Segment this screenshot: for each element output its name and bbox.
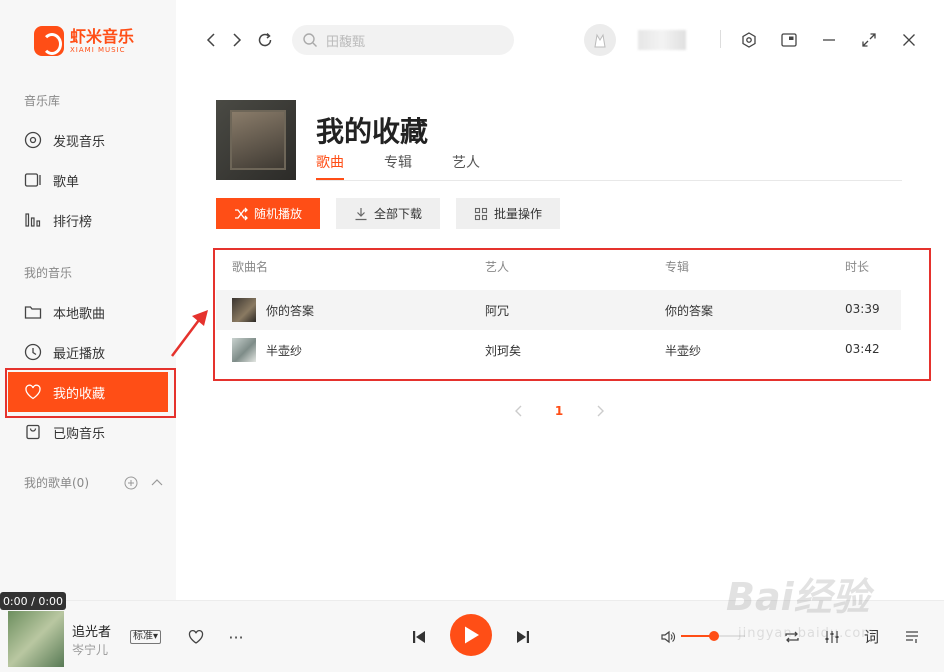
baidu-watermark: Bai经验 jingyan.baidu.com xyxy=(726,566,926,666)
page-title: 我的收藏 xyxy=(316,115,429,148)
sidebar-item-label: 本地歌曲 xyxy=(53,306,106,322)
sidebar-item-local[interactable]: 本地歌曲 xyxy=(24,302,105,322)
shuffle-play-button[interactable]: 随机播放 xyxy=(216,198,320,229)
volume-button[interactable] xyxy=(658,627,678,647)
app-subtitle: XIAMI MUSIC xyxy=(70,45,126,54)
add-playlist-icon[interactable] xyxy=(124,476,138,490)
search-input[interactable]: 田馥甄 xyxy=(292,25,514,55)
sidebar-item-label: 已购音乐 xyxy=(53,426,106,442)
toolbar-divider xyxy=(720,30,721,48)
username-blurred[interactable] xyxy=(638,30,686,50)
page-number-current[interactable]: 1 xyxy=(552,403,566,419)
refresh-button[interactable] xyxy=(255,30,275,50)
skip-forward-icon xyxy=(517,631,529,643)
app-logo[interactable]: 虾米音乐 XIAMI MUSIC xyxy=(34,26,134,56)
download-all-button[interactable]: 全部下载 xyxy=(336,198,440,229)
watermark-url: jingyan.baidu.com xyxy=(738,626,875,641)
app-name: 虾米音乐 xyxy=(70,26,135,46)
my-playlists-header: 我的歌单(0) xyxy=(24,474,164,491)
quality-select[interactable]: 标准▾ xyxy=(130,630,162,644)
settings-button[interactable] xyxy=(738,29,760,51)
sidebar-item-discover[interactable]: 发现音乐 xyxy=(24,130,105,150)
skip-back-icon xyxy=(413,631,425,643)
volume-icon xyxy=(661,630,675,644)
more-options-icon[interactable]: ··· xyxy=(226,627,246,647)
batch-operation-label: 批量操作 xyxy=(493,207,542,221)
gear-icon xyxy=(742,32,756,48)
bar-chart-icon xyxy=(25,213,41,227)
clock-icon xyxy=(24,343,42,361)
shuffle-icon xyxy=(234,207,248,220)
annotation-highlight-table xyxy=(213,248,931,381)
heart-icon xyxy=(188,629,204,644)
search-placeholder: 田馥甄 xyxy=(326,34,366,50)
previous-track-button[interactable] xyxy=(408,626,430,648)
playback-time: 0:00 / 0:00 xyxy=(0,592,66,610)
chevron-right-icon xyxy=(233,33,242,47)
prev-page-button[interactable] xyxy=(512,403,526,419)
my-music-section-title: 我的音乐 xyxy=(24,266,73,280)
minimize-button[interactable] xyxy=(818,29,840,51)
tabs-divider xyxy=(316,180,902,181)
chevron-up-icon[interactable] xyxy=(150,476,164,490)
sidebar-item-label: 排行榜 xyxy=(53,214,93,230)
tab-artists[interactable]: 艺人 xyxy=(452,152,480,180)
mini-mode-button[interactable] xyxy=(778,29,800,51)
now-playing-cover[interactable] xyxy=(8,611,64,667)
like-button[interactable] xyxy=(186,627,206,647)
sidebar-item-label: 发现音乐 xyxy=(53,134,106,150)
chevron-left-icon xyxy=(515,405,522,417)
sidebar-item-label: 最近播放 xyxy=(53,346,106,362)
next-page-button[interactable] xyxy=(593,403,607,419)
download-all-label: 全部下载 xyxy=(373,207,422,221)
now-playing-artist[interactable]: 岑宁儿 xyxy=(72,641,108,658)
download-icon xyxy=(355,207,367,220)
collection-cover-image xyxy=(216,100,296,180)
disc-icon xyxy=(24,131,42,149)
mini-player-icon xyxy=(781,33,797,47)
bag-icon xyxy=(26,424,40,440)
minimize-icon xyxy=(823,39,835,41)
close-icon xyxy=(903,34,915,46)
close-button[interactable] xyxy=(898,29,920,51)
play-button[interactable] xyxy=(450,614,492,656)
content-tabs: 歌曲 专辑 艺人 xyxy=(316,152,520,180)
forward-button[interactable] xyxy=(228,30,246,50)
playlist-icon xyxy=(24,173,41,187)
tab-songs[interactable]: 歌曲 xyxy=(316,152,344,180)
quality-label: 标准 xyxy=(133,631,153,642)
maximize-button[interactable] xyxy=(858,29,880,51)
my-playlists-label: 我的歌单(0) xyxy=(24,476,89,490)
sidebar-item-playlists[interactable]: 歌单 xyxy=(24,170,79,190)
sidebar: 虾米音乐 XIAMI MUSIC 音乐库 发现音乐 歌单 排行榜 我的音乐 本地… xyxy=(0,0,176,600)
refresh-icon xyxy=(258,32,272,47)
chevron-right-icon xyxy=(597,405,604,417)
sidebar-item-label: 歌单 xyxy=(53,174,80,190)
avatar[interactable] xyxy=(584,24,616,56)
tab-albums[interactable]: 专辑 xyxy=(384,152,412,180)
annotation-highlight-sidebar xyxy=(5,368,176,418)
back-button[interactable] xyxy=(202,30,220,50)
sidebar-item-purchased[interactable]: 已购音乐 xyxy=(24,422,105,442)
now-playing-title[interactable]: 追光者 xyxy=(72,621,111,640)
batch-operation-button[interactable]: 批量操作 xyxy=(456,198,560,229)
chevron-left-icon xyxy=(206,33,215,47)
shuffle-label: 随机播放 xyxy=(253,207,302,221)
library-section-title: 音乐库 xyxy=(24,94,61,108)
grid-icon xyxy=(474,207,488,220)
sidebar-item-charts[interactable]: 排行榜 xyxy=(24,210,92,230)
folder-icon xyxy=(24,306,42,319)
watermark-brand: Bai经验 xyxy=(726,575,870,619)
sidebar-item-recent[interactable]: 最近播放 xyxy=(24,342,105,362)
play-icon xyxy=(465,626,479,644)
expand-icon xyxy=(862,33,876,47)
user-avatar-icon xyxy=(594,33,606,48)
next-track-button[interactable] xyxy=(512,626,534,648)
xiami-logo-icon xyxy=(34,26,64,56)
search-icon xyxy=(303,33,317,47)
annotation-arrow-icon xyxy=(171,310,208,357)
